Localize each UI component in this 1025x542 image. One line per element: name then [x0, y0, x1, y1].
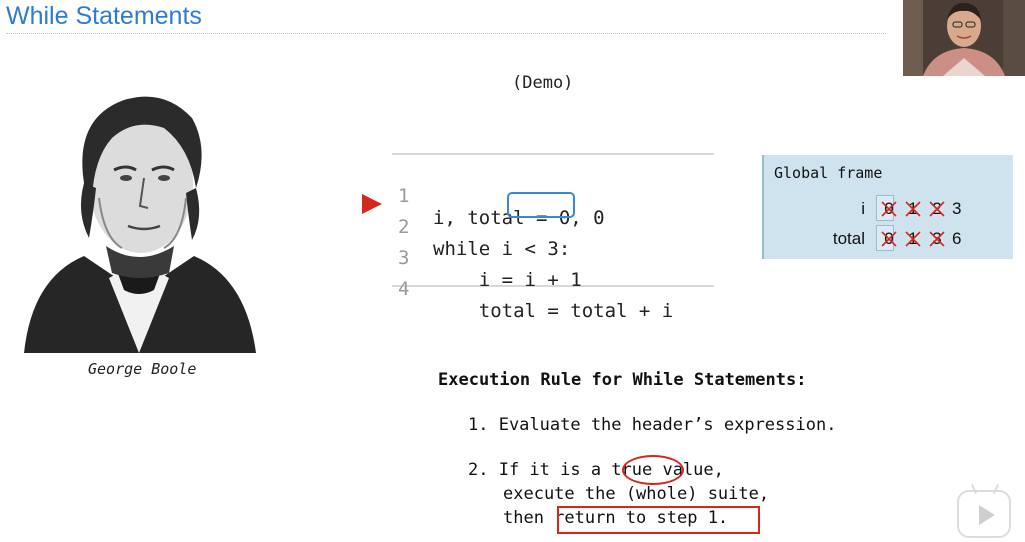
code-line: 3 i = i + 1 — [392, 225, 714, 291]
global-frame: Global frame i 0 1 2 3 total 0 1 3 — [762, 155, 1013, 259]
line-number: 4 — [398, 278, 410, 300]
frame-row-total: total 0 1 3 6 — [764, 225, 1013, 253]
current-value: 3 — [952, 199, 962, 218]
strikethrough-icon — [881, 201, 897, 217]
old-value: 0 — [880, 229, 898, 249]
strikethrough-icon — [929, 201, 945, 217]
presenter-figure — [903, 0, 1025, 76]
play-icon — [979, 505, 995, 525]
true-circle-annotation — [622, 455, 684, 485]
code-text: total = total + i — [433, 300, 674, 322]
old-value: 2 — [928, 199, 946, 219]
code-block: 1 i, total = 0, 0 2 while i < 3: 3 i = i… — [392, 153, 714, 322]
rule-step-2-line-1: 2. If it is a true value, — [468, 460, 724, 480]
title-divider — [6, 33, 886, 34]
strikethrough-icon — [905, 231, 921, 247]
variable-name: i — [861, 199, 865, 218]
strikethrough-icon — [929, 231, 945, 247]
old-value: 0 — [880, 199, 898, 219]
rule-step-2-line-2: execute the (whole) suite, — [503, 484, 770, 504]
variable-name: total — [832, 229, 865, 248]
rule-step-1: 1. Evaluate the header’s expression. — [468, 415, 837, 435]
old-value: 3 — [928, 229, 946, 249]
portrait-caption: George Boole — [88, 360, 197, 378]
current-value: 6 — [952, 229, 962, 248]
old-value: 1 — [904, 199, 922, 219]
slide-title: While Statements — [6, 2, 202, 30]
strikethrough-icon — [905, 201, 921, 217]
play-button[interactable] — [957, 484, 1011, 538]
presenter-video — [903, 0, 1025, 76]
code-line: 1 i, total = 0, 0 — [392, 163, 714, 229]
old-value: 1 — [904, 229, 922, 249]
current-line-arrow-icon — [362, 194, 382, 214]
code-line: 2 while i < 3: — [392, 192, 714, 260]
code-line: 4 total = total + i — [392, 256, 714, 322]
demo-label: (Demo) — [512, 73, 574, 93]
george-boole-portrait — [14, 78, 264, 353]
return-box-annotation — [557, 506, 760, 534]
frame-row-i: i 0 1 2 3 — [764, 195, 1013, 223]
frame-title: Global frame — [774, 164, 883, 182]
rule-title: Execution Rule for While Statements: — [438, 370, 807, 390]
strikethrough-icon — [881, 231, 897, 247]
condition-highlight-box — [507, 192, 575, 218]
